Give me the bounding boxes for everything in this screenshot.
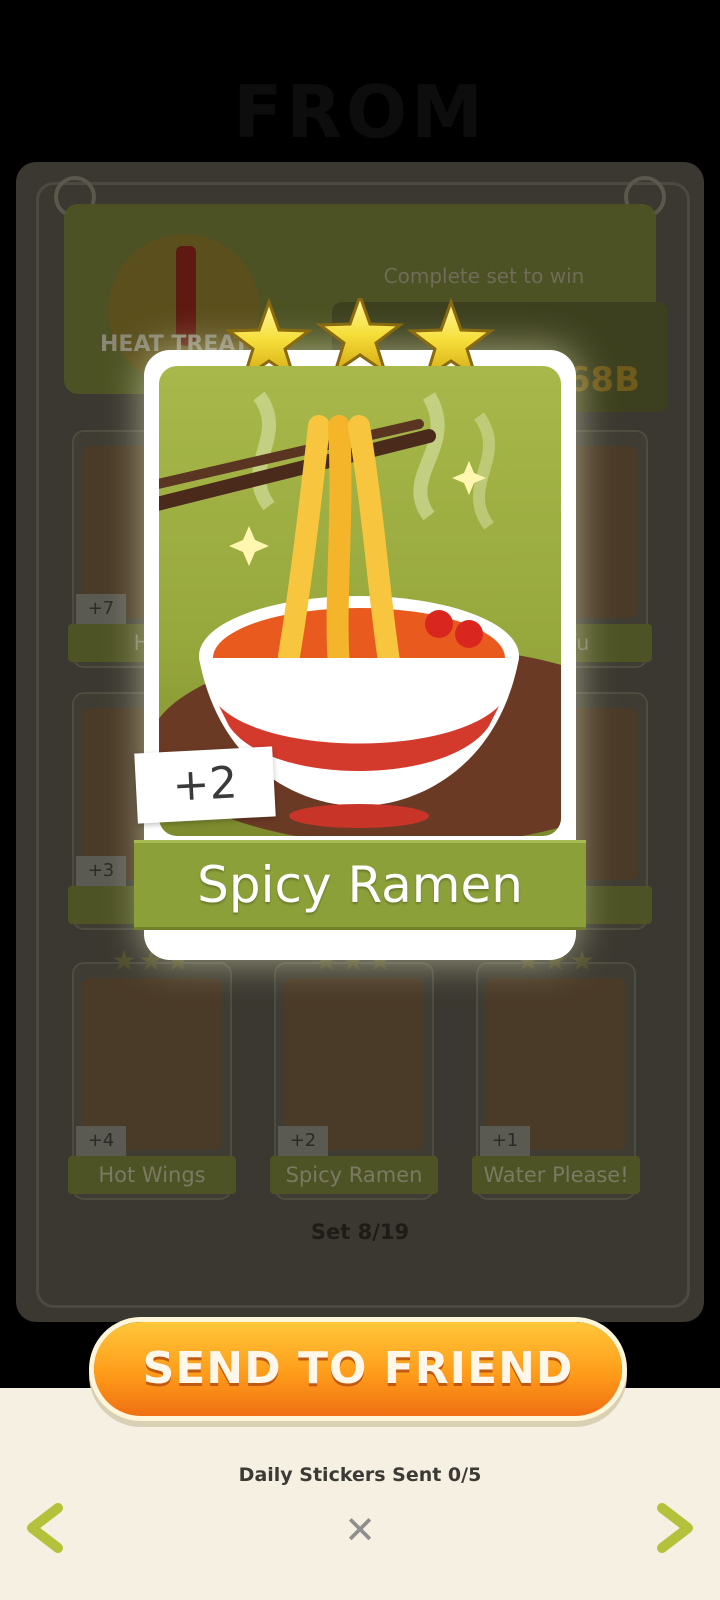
next-arrow-icon[interactable]: [652, 1502, 700, 1554]
close-icon[interactable]: ✕: [340, 1510, 380, 1550]
album-card-5[interactable]: ★★★ +4 Hot Wings: [68, 944, 236, 1200]
card-name: Water Please!: [472, 1156, 640, 1194]
sticker-count-badge: +2: [134, 746, 276, 824]
card-art: [284, 978, 424, 1150]
sticker-name: Spicy Ramen: [134, 840, 586, 930]
card-name: Hot Wings: [68, 1156, 236, 1194]
album-card-7[interactable]: ★★★ +1 Water Please!: [472, 944, 640, 1200]
card-count: +4: [76, 1126, 126, 1156]
card-count: +7: [76, 594, 126, 624]
send-to-friend-button[interactable]: SEND TO FRIEND: [94, 1322, 622, 1416]
card-art: [82, 978, 222, 1150]
card-count: +1: [480, 1126, 530, 1156]
complete-set-text: Complete set to win: [383, 264, 585, 288]
card-count: +2: [278, 1126, 328, 1156]
card-count: +3: [76, 856, 126, 886]
album-title-text: FROM: [233, 70, 487, 154]
featured-sticker-card: +2 Spicy Ramen: [134, 298, 586, 960]
daily-stickers-sent-text: Daily Stickers Sent 0/5: [238, 1464, 482, 1486]
card-art: [486, 978, 626, 1150]
hot-sauce-bottle-icon: [176, 246, 196, 346]
card-name: Spicy Ramen: [270, 1156, 438, 1194]
album-card-6[interactable]: ★★★ +2 Spicy Ramen: [270, 944, 438, 1200]
previous-arrow-icon[interactable]: [20, 1502, 68, 1554]
set-progress-text: Set 8/19: [310, 1220, 410, 1244]
bottom-sheet: [0, 1388, 720, 1600]
